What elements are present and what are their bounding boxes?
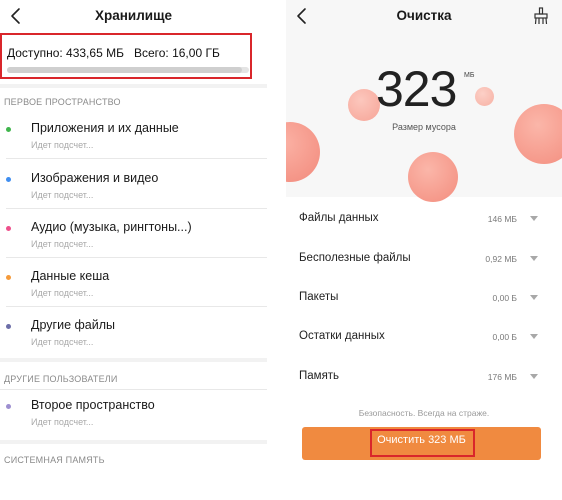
section-label-other-users: ДРУГИЕ ПОЛЬЗОВАТЕЛИ <box>4 374 118 384</box>
list-item-title: Другие файлы <box>31 318 115 332</box>
chevron-down-icon[interactable] <box>530 216 538 221</box>
security-note: Безопасность. Всегда на страже. <box>358 408 490 418</box>
storage-summary: Доступно: 433,65 МБ Всего: 16,00 ГБ <box>0 33 252 79</box>
category-color-dot <box>6 226 11 231</box>
list-item-audio[interactable]: Аудио (музыка, рингтоны...) Идет подсчет… <box>0 210 267 258</box>
cleanup-item-name: Память <box>299 370 340 382</box>
junk-size-value: 323 <box>376 61 457 117</box>
section-label-system-memory: СИСТЕМНАЯ ПАМЯТЬ <box>4 455 105 465</box>
cleanup-item-name: Бесполезные файлы <box>299 252 411 264</box>
chevron-down-icon[interactable] <box>530 256 538 261</box>
cleanup-item-size: 146 МБ <box>487 214 517 224</box>
list-item-subtitle: Идет подсчет... <box>31 190 94 200</box>
cleanup-item-size: 176 МБ <box>487 372 517 382</box>
list-item-apps[interactable]: Приложения и их данные Идет подсчет... <box>0 111 267 159</box>
junk-size-label: Размер мусора <box>392 122 456 132</box>
page-title: Очистка <box>396 8 452 23</box>
cleaner-header: Очистка <box>286 0 562 32</box>
section-divider <box>0 440 267 444</box>
row-divider <box>6 158 267 159</box>
list-item-subtitle: Идет подсчет... <box>31 239 94 249</box>
cleanup-item-residual-data[interactable]: Остатки данных 0,00 Б <box>286 316 562 356</box>
list-item-title: Второе пространство <box>31 398 155 412</box>
list-item-title: Аудио (музыка, рингтоны...) <box>31 220 192 234</box>
list-item-images-video[interactable]: Изображения и видео Идет подсчет... <box>0 161 267 209</box>
list-item-other-files[interactable]: Другие файлы Идет подсчет... <box>0 308 267 356</box>
panel-gutter <box>267 0 286 500</box>
row-divider <box>6 306 267 307</box>
cleaner-screen: 323 МБ Размер мусора Очистка Файлы данны… <box>286 0 562 500</box>
list-item-subtitle: Идет подсчет... <box>31 337 94 347</box>
available-storage: Доступно: 433,65 МБ <box>7 46 124 60</box>
decor-bubble <box>514 104 562 164</box>
category-color-dot <box>6 324 11 329</box>
cleanup-item-size: 0,00 Б <box>492 293 517 303</box>
category-color-dot <box>6 127 11 132</box>
cleanup-item-name: Остатки данных <box>299 330 385 342</box>
decor-bubble <box>475 87 494 106</box>
decor-bubble <box>408 152 458 202</box>
list-item-subtitle: Идет подсчет... <box>31 140 94 150</box>
chevron-down-icon[interactable] <box>530 334 538 339</box>
cleanup-item-size: 0,92 МБ <box>485 254 517 264</box>
clean-button[interactable]: Очистить 323 МБ <box>302 427 541 460</box>
storage-usage-fill <box>7 67 242 73</box>
row-divider <box>6 208 267 209</box>
list-item-subtitle: Идет подсчет... <box>31 417 94 427</box>
cleanup-item-data-files[interactable]: Файлы данных 146 МБ <box>286 198 562 238</box>
section-divider <box>0 358 267 362</box>
storage-header: Хранилище <box>0 0 267 32</box>
storage-summary-text: Доступно: 433,65 МБ Всего: 16,00 ГБ <box>7 46 220 60</box>
cleanup-item-useless-files[interactable]: Бесполезные файлы 0,92 МБ <box>286 238 562 278</box>
total-storage: Всего: 16,00 ГБ <box>133 46 220 60</box>
list-item-title: Приложения и их данные <box>31 121 179 135</box>
list-item-title: Изображения и видео <box>31 171 159 185</box>
list-item-second-space[interactable]: Второе пространство Идет подсчет... <box>0 388 267 436</box>
junk-size-unit: МБ <box>464 72 475 79</box>
page-title: Хранилище <box>95 8 172 23</box>
clean-button-label: Очистить 323 МБ <box>377 434 466 446</box>
category-color-dot <box>6 177 11 182</box>
row-divider <box>6 257 267 258</box>
cleanup-item-name: Файлы данных <box>299 212 379 224</box>
list-item-title: Данные кеша <box>31 269 110 283</box>
storage-usage-bar <box>7 67 249 73</box>
list-item-subtitle: Идет подсчет... <box>31 288 94 298</box>
cleanup-item-name: Пакеты <box>299 291 339 303</box>
chevron-down-icon[interactable] <box>530 374 538 379</box>
section-divider <box>0 84 267 88</box>
broom-icon[interactable] <box>533 7 549 25</box>
cleanup-item-size: 0,00 Б <box>492 332 517 342</box>
category-color-dot <box>6 275 11 280</box>
cleanup-item-memory[interactable]: Память 176 МБ <box>286 356 562 396</box>
list-item-cache-data[interactable]: Данные кеша Идет подсчет... <box>0 259 267 307</box>
cleanup-item-packages[interactable]: Пакеты 0,00 Б <box>286 277 562 317</box>
chevron-down-icon[interactable] <box>530 295 538 300</box>
section-label-first-space: ПЕРВОЕ ПРОСТРАНСТВО <box>4 97 121 107</box>
storage-screen: Хранилище Доступно: 433,65 МБ Всего: 16,0… <box>0 0 267 500</box>
category-color-dot <box>6 404 11 409</box>
